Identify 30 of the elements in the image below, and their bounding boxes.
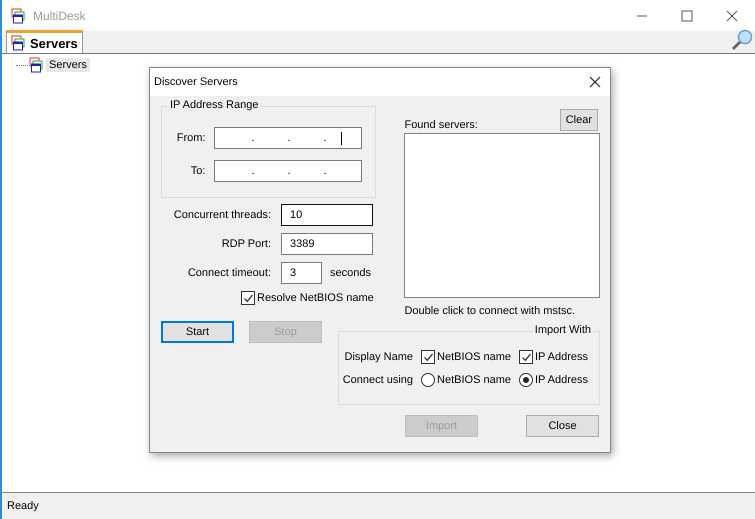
status-text: Ready <box>7 500 39 512</box>
unit-label: seconds <box>330 267 371 279</box>
group-title: IP Address Range <box>168 99 260 111</box>
field-label: To: <box>190 165 206 177</box>
option-text: IP Address <box>535 351 588 363</box>
tab[interactable]: Servers <box>6 30 83 53</box>
input-field[interactable]: 3 <box>281 262 322 284</box>
option-text: NetBIOS name <box>437 351 511 363</box>
option-label: Display Name <box>344 351 414 363</box>
tree-item[interactable]: Servers <box>46 58 90 72</box>
field-label: RDP Port: <box>220 238 271 250</box>
option-text: IP Address <box>535 374 588 386</box>
option-label: Connect using <box>342 374 414 386</box>
dialog-button[interactable]: Close <box>526 415 599 437</box>
field-label: Connect timeout: <box>186 267 271 279</box>
list-label: Found servers: <box>404 119 478 131</box>
group-title: Import With <box>532 324 593 336</box>
input-field[interactable]: 3389 <box>281 233 373 255</box>
ip-address-field[interactable]: . . . <box>214 127 362 149</box>
ip-address-field[interactable]: . . . <box>214 160 362 182</box>
hint-text: Double click to connect with mstsc. <box>404 305 576 317</box>
input-field[interactable]: 10 <box>281 204 373 226</box>
scan-button[interactable]: Start <box>161 321 234 343</box>
option-text: NetBIOS name <box>437 374 511 386</box>
field-label: Concurrent threads: <box>172 209 271 221</box>
window-title: MultiDesk <box>33 8 86 22</box>
checkbox-label: Resolve NetBIOS name <box>257 292 374 304</box>
field-label: From: <box>176 132 206 144</box>
clear-button[interactable]: Clear <box>560 109 598 131</box>
dialog-title: Discover Servers <box>154 76 238 88</box>
